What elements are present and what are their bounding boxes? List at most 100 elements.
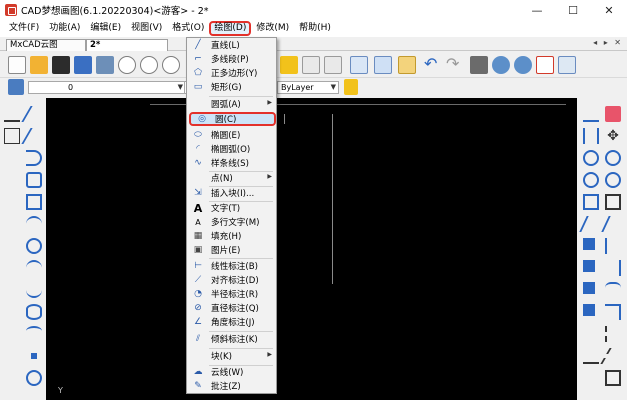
draw-line-icon[interactable] — [21, 106, 47, 122]
rotate-icon[interactable] — [583, 150, 599, 166]
menu-item-hatch[interactable]: ▦ 填充(H) — [187, 229, 276, 243]
folder-icon[interactable] — [52, 56, 70, 74]
circle-tool-icon[interactable] — [26, 238, 42, 254]
polygon-tool-icon[interactable] — [26, 172, 42, 188]
menu-view[interactable]: 视图(V) — [126, 21, 167, 36]
menu-item-insert-block[interactable]: ⇲ 插入块(I)... — [187, 186, 276, 200]
text-style-icon[interactable] — [4, 106, 20, 122]
list-icon[interactable] — [324, 56, 342, 74]
divide-icon[interactable] — [605, 326, 621, 342]
menu-draw[interactable]: 绘图(D) — [209, 21, 252, 36]
offset-icon[interactable] — [605, 150, 621, 166]
zoom-window-icon[interactable] — [118, 56, 136, 74]
clipboard-icon[interactable] — [398, 56, 416, 74]
layer-combo[interactable]: 0 ▼ — [28, 81, 186, 94]
spline-tool-icon[interactable] — [26, 282, 42, 298]
tab-drawing-2[interactable]: 2* — [86, 39, 168, 51]
pencil-icon[interactable] — [280, 56, 298, 74]
menu-item-annotation[interactable]: ✎ 批注(Z) — [187, 379, 276, 393]
menu-item-revcloud[interactable]: ☁ 云线(W) — [187, 365, 276, 379]
web-icon[interactable] — [514, 56, 532, 74]
menu-item-linear-dim[interactable]: ⊢ 线性标注(B) — [187, 259, 276, 273]
measure-icon[interactable] — [583, 348, 599, 364]
pdf-icon[interactable] — [536, 56, 554, 74]
array-icon[interactable] — [583, 194, 599, 210]
lengthen-icon[interactable] — [605, 260, 621, 276]
menu-item-block[interactable]: 块(K) ▶ — [187, 349, 276, 363]
grid-icon[interactable] — [4, 128, 20, 144]
scale-icon[interactable] — [605, 172, 621, 188]
print-icon[interactable] — [470, 56, 488, 74]
open-file-icon[interactable] — [30, 56, 48, 74]
trim-icon[interactable] — [579, 216, 603, 232]
block-tool-icon[interactable] — [26, 370, 42, 386]
align-icon[interactable] — [583, 304, 595, 316]
menu-item-diameter-dim[interactable]: ⊘ 直径标注(Q) — [187, 301, 276, 315]
layer-manager-icon[interactable] — [8, 79, 24, 95]
menu-function[interactable]: 功能(A) — [44, 21, 85, 36]
maximize-button[interactable]: ☐ — [555, 0, 591, 20]
menu-help[interactable]: 帮助(H) — [294, 21, 336, 36]
revcloud-tool-icon[interactable] — [26, 260, 42, 276]
explode-icon[interactable] — [583, 260, 595, 272]
menu-format[interactable]: 格式(O) — [167, 21, 209, 36]
menu-file[interactable]: 文件(F) — [4, 21, 44, 36]
menu-item-mtext[interactable]: A 多行文字(M) — [187, 215, 276, 229]
menu-item-angle-dim[interactable]: ∠ 角度标注(J) — [187, 315, 276, 329]
menu-item-oblique-dim[interactable]: ⫽ 倾斜标注(K) — [187, 332, 276, 346]
menu-item-spline[interactable]: ∿ 样条线(S) — [187, 156, 276, 170]
close-button[interactable]: ✕ — [591, 0, 627, 20]
pedit-icon[interactable] — [600, 348, 626, 364]
construction-line-icon[interactable] — [21, 128, 47, 144]
save-as-icon[interactable] — [96, 56, 114, 74]
copy-icon[interactable] — [350, 56, 368, 74]
menu-item-text[interactable]: A 文字(T) — [187, 201, 276, 215]
menu-item-polyline[interactable]: ⌐ 多线段(P) — [187, 52, 276, 66]
menu-item-radius-dim[interactable]: ◔ 半径标注(R) — [187, 287, 276, 301]
copy-object-icon[interactable] — [583, 128, 599, 144]
globe-icon[interactable] — [492, 56, 510, 74]
group-icon[interactable] — [583, 238, 595, 250]
tab-mxcad-cloud[interactable]: MxCAD云图 — [6, 39, 86, 51]
menu-edit[interactable]: 编辑(E) — [85, 21, 126, 36]
match-properties-icon[interactable] — [344, 79, 358, 95]
paste-icon[interactable] — [374, 56, 392, 74]
stretch-icon[interactable] — [605, 194, 621, 210]
menu-item-line[interactable]: ╱ 直线(L) — [187, 38, 276, 52]
draworder-icon[interactable] — [605, 370, 621, 386]
rectangle-tool-icon[interactable] — [26, 194, 42, 210]
menu-item-arc[interactable]: 圆弧(A) ▶ — [187, 97, 276, 111]
menu-item-circle[interactable]: ◎ 圆(C) — [189, 112, 276, 126]
menu-item-elliptical-arc[interactable]: ◜ 椭圆弧(O) — [187, 142, 276, 156]
redo-icon[interactable]: ↷ — [446, 56, 464, 74]
menu-item-aligned-dim[interactable]: ⟋ 对齐标注(D) — [187, 273, 276, 287]
picture-icon[interactable] — [558, 56, 576, 74]
tab-scroll-controls[interactable]: ◂ ▸ ✕ — [593, 38, 623, 47]
minimize-button[interactable]: — — [519, 0, 555, 20]
erase-icon[interactable] — [605, 106, 621, 122]
drawing-canvas[interactable]: Y — [46, 98, 577, 400]
join-icon[interactable] — [583, 282, 595, 294]
arc-tool-icon[interactable] — [26, 216, 42, 232]
save-icon[interactable] — [74, 56, 92, 74]
menu-item-rectangle[interactable]: ▭ 矩形(G) — [187, 80, 276, 94]
polyline-tool-icon[interactable] — [26, 150, 42, 166]
dimension-tool-icon[interactable] — [583, 106, 599, 122]
move-icon[interactable]: ✥ — [605, 128, 621, 144]
linetype-combo[interactable]: ByLayer ▼ — [277, 81, 339, 94]
mirror-icon[interactable] — [583, 172, 599, 188]
extend-icon[interactable] — [601, 216, 625, 232]
properties-icon[interactable] — [302, 56, 320, 74]
menu-modify[interactable]: 修改(M) — [251, 21, 294, 36]
ellipse-arc-tool-icon[interactable] — [26, 326, 42, 342]
ellipse-tool-icon[interactable] — [26, 304, 42, 320]
menu-item-image[interactable]: ▣ 图片(E) — [187, 243, 276, 257]
break-icon[interactable] — [605, 238, 621, 254]
menu-item-polygon[interactable]: ⬠ 正多边形(Y) — [187, 66, 276, 80]
point-tool-icon[interactable] — [31, 353, 37, 359]
menu-item-ellipse[interactable]: ⬭ 椭圆(E) — [187, 128, 276, 142]
undo-icon[interactable]: ↶ — [424, 56, 442, 74]
zoom-in-icon[interactable] — [162, 56, 180, 74]
chamfer-icon[interactable] — [605, 304, 621, 320]
new-file-icon[interactable] — [8, 56, 26, 74]
